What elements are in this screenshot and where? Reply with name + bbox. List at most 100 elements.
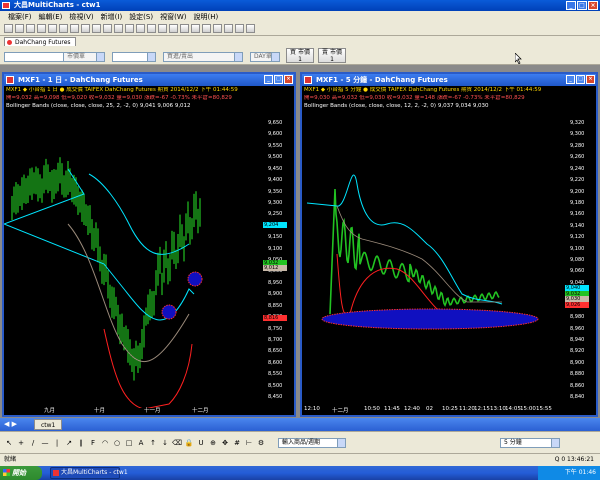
- broker-tab[interactable]: DahChang Futures: [4, 37, 76, 46]
- paste-icon[interactable]: [70, 24, 79, 33]
- grid-tool-icon[interactable]: #: [232, 438, 242, 448]
- symbol-info: MXF1 ◆ 小台指 1 日 ● 成交價 TAIFEX DahChang Fut…: [6, 87, 238, 93]
- chevron-down-icon[interactable]: [96, 53, 104, 61]
- ruler-tool-icon[interactable]: ⊢: [244, 438, 254, 448]
- menu-window[interactable]: 視窗(W): [160, 12, 186, 22]
- chart-icon[interactable]: [92, 24, 101, 33]
- price-plot[interactable]: [302, 114, 564, 408]
- help-icon[interactable]: [246, 24, 255, 33]
- menu-file[interactable]: 檔案(F): [8, 12, 32, 22]
- chart-window-daily[interactable]: MXF1 - 1 日 - DahChang Futures _ □ × MXF1 ◆…: [2, 72, 296, 417]
- menu-settings[interactable]: 設定(S): [129, 12, 153, 22]
- save-icon[interactable]: [26, 24, 35, 33]
- cross-tool-icon[interactable]: +: [16, 438, 26, 448]
- close-icon[interactable]: ×: [586, 75, 595, 84]
- chevron-down-icon[interactable]: [147, 53, 155, 61]
- close-icon[interactable]: ×: [588, 1, 598, 10]
- workspace-sheet-bar: ◀ ▶ ctw1: [0, 418, 600, 431]
- new-icon[interactable]: [4, 24, 13, 33]
- channel-tool-icon[interactable]: ∥: [76, 438, 86, 448]
- side-field[interactable]: 買進/賣出: [163, 52, 243, 62]
- price-tick-label: 9,300: [570, 131, 585, 138]
- symbol-input[interactable]: 輸入商品/週期: [278, 438, 346, 448]
- fib-tool-icon[interactable]: F: [88, 438, 98, 448]
- highlight-circle-annotation[interactable]: [187, 271, 203, 287]
- print-icon[interactable]: [37, 24, 46, 33]
- trend-tool-icon[interactable]: ↗: [64, 438, 74, 448]
- zoom-out-icon[interactable]: [180, 24, 189, 33]
- cursor-tool-icon[interactable]: ↖: [4, 438, 14, 448]
- close-icon[interactable]: ×: [284, 75, 293, 84]
- zoom-tool-icon[interactable]: ⊕: [208, 438, 218, 448]
- start-button[interactable]: 開始: [0, 466, 42, 480]
- text-tool-icon[interactable]: A: [136, 438, 146, 448]
- hline-tool-icon[interactable]: —: [40, 438, 50, 448]
- minimize-icon[interactable]: _: [566, 1, 576, 10]
- settings-tool-icon[interactable]: ⚙: [256, 438, 266, 448]
- time-tick-label: 12:40: [404, 406, 420, 412]
- rect-tool-icon[interactable]: □: [124, 438, 134, 448]
- chevron-down-icon[interactable]: [271, 53, 279, 61]
- highlight-circle-annotation[interactable]: [161, 304, 177, 320]
- line-icon[interactable]: [213, 24, 222, 33]
- buy-market-button[interactable]: 買 市價 1: [286, 48, 314, 63]
- arrow-down-tool-icon[interactable]: ↓: [160, 438, 170, 448]
- line-tool-icon[interactable]: /: [28, 438, 38, 448]
- undo-icon[interactable]: [81, 24, 90, 33]
- cross-icon[interactable]: [202, 24, 211, 33]
- pan-tool-icon[interactable]: ✥: [220, 438, 230, 448]
- chart-window-5min[interactable]: MXF1 - 5 分鐘 - DahChang Futures _ □ × MXF1 …: [300, 72, 598, 417]
- sheet-nav-icon[interactable]: ◀ ▶: [4, 420, 17, 428]
- minimize-icon[interactable]: _: [566, 75, 575, 84]
- menu-insert[interactable]: 新增(I): [101, 12, 123, 22]
- lock-tool-icon[interactable]: 🔒: [184, 438, 194, 448]
- arrow-tool-icon[interactable]: ↑: [148, 438, 158, 448]
- cursor-icon[interactable]: [191, 24, 200, 33]
- order-type-field[interactable]: 市價單: [63, 52, 105, 62]
- taskbar-app-item[interactable]: 大昌MultiCharts - ctw1: [50, 467, 128, 479]
- maximize-icon[interactable]: □: [576, 75, 585, 84]
- chart-window-titlebar[interactable]: MXF1 - 5 分鐘 - DahChang Futures _ □ ×: [302, 74, 596, 86]
- sell-market-button[interactable]: 賣 市價 1: [318, 48, 346, 63]
- cut-icon[interactable]: [48, 24, 57, 33]
- menu-edit[interactable]: 編輯(E): [39, 12, 63, 22]
- scanner-icon[interactable]: [114, 24, 123, 33]
- circle-tool-icon[interactable]: ○: [112, 438, 122, 448]
- alert-icon[interactable]: [158, 24, 167, 33]
- zoom-in-icon[interactable]: [169, 24, 178, 33]
- open-icon[interactable]: [15, 24, 24, 33]
- eraser-tool-icon[interactable]: ⌫: [172, 438, 182, 448]
- copy-icon[interactable]: [59, 24, 68, 33]
- tray-clock: 下午 01:46: [564, 469, 596, 476]
- chart-workspace: MXF1 - 1 日 - DahChang Futures _ □ × MXF1 ◆…: [0, 65, 600, 418]
- quantity-field[interactable]: [112, 52, 156, 62]
- arc-tool-icon[interactable]: ◠: [100, 438, 110, 448]
- chevron-down-icon[interactable]: [551, 439, 559, 447]
- magnet-tool-icon[interactable]: U: [196, 438, 206, 448]
- chart-window-titlebar[interactable]: MXF1 - 1 日 - DahChang Futures _ □ ×: [4, 74, 294, 86]
- maximize-icon[interactable]: □: [577, 1, 587, 10]
- position-icon[interactable]: [147, 24, 156, 33]
- price-plot[interactable]: [4, 114, 262, 408]
- vline-tool-icon[interactable]: |: [52, 438, 62, 448]
- quote-icon[interactable]: [103, 24, 112, 33]
- tif-field[interactable]: DAY單: [250, 52, 280, 62]
- text-icon[interactable]: [224, 24, 233, 33]
- sheet-tab[interactable]: ctw1: [34, 419, 63, 430]
- chevron-down-icon[interactable]: [234, 53, 242, 61]
- highlight-ellipse-annotation[interactable]: [321, 308, 539, 330]
- maximize-icon[interactable]: □: [274, 75, 283, 84]
- upper-price-label: 9,204: [263, 222, 287, 228]
- price-tick-label: 9,280: [570, 142, 585, 149]
- minimize-icon[interactable]: _: [264, 75, 273, 84]
- menu-help[interactable]: 說明(H): [193, 12, 218, 22]
- time-tick-label: 10:25: [442, 406, 458, 412]
- interval-select[interactable]: 5 分鐘: [500, 438, 560, 448]
- chevron-down-icon[interactable]: [337, 439, 345, 447]
- mouse-cursor-icon: [515, 53, 522, 64]
- settings-icon[interactable]: [235, 24, 244, 33]
- price-tick-label: 8,950: [268, 279, 283, 286]
- order-icon[interactable]: [136, 24, 145, 33]
- menu-view[interactable]: 檢視(V): [69, 12, 93, 22]
- dom-icon[interactable]: [125, 24, 134, 33]
